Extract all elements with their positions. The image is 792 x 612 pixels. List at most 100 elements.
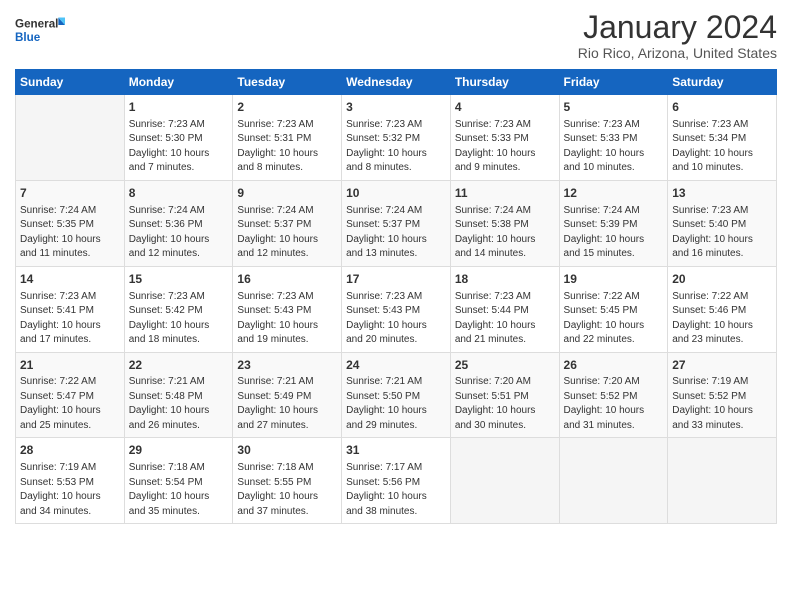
day-number: 2 (237, 99, 337, 116)
day-number: 17 (346, 271, 446, 288)
weekday-header: Friday (559, 70, 668, 95)
weekday-header: Monday (124, 70, 233, 95)
day-number: 20 (672, 271, 772, 288)
calendar-cell: 18 Sunrise: 7:23 AM Sunset: 5:44 PM Dayli… (450, 266, 559, 352)
day-info: Sunrise: 7:21 AM Sunset: 5:49 PM Dayligh… (237, 375, 337, 433)
day-number: 11 (455, 185, 555, 202)
day-info: Sunrise: 7:18 AM Sunset: 5:55 PM Dayligh… (237, 461, 337, 519)
day-info: Sunrise: 7:23 AM Sunset: 5:43 PM Dayligh… (237, 290, 337, 348)
day-info: Sunrise: 7:24 AM Sunset: 5:37 PM Dayligh… (237, 204, 337, 262)
day-info: Sunrise: 7:24 AM Sunset: 5:39 PM Dayligh… (564, 204, 664, 262)
calendar-cell: 25Sunrise: 7:20 AM Sunset: 5:51 PM Dayli… (450, 352, 559, 438)
calendar-cell: 31 Sunrise: 7:17 AM Sunset: 5:56 PM Dayli… (342, 438, 451, 524)
calendar-cell: 19 Sunrise: 7:22 AM Sunset: 5:45 PM Dayli… (559, 266, 668, 352)
day-number: 10 (346, 185, 446, 202)
day-number: 13 (672, 185, 772, 202)
day-number: 1 (129, 99, 229, 116)
title-area: January 2024 Rio Rico, Arizona, United S… (578, 10, 777, 61)
calendar-cell: 29 Sunrise: 7:18 AM Sunset: 5:54 PM Dayli… (124, 438, 233, 524)
calendar-cell: 6 Sunrise: 7:23 AM Sunset: 5:34 PM Daylig… (668, 95, 777, 181)
day-number: 14 (20, 271, 120, 288)
calendar-body: 1Sunrise: 7:23 AM Sunset: 5:30 PM Daylig… (16, 95, 777, 524)
day-number: 4 (455, 99, 555, 116)
svg-text:General: General (15, 18, 58, 31)
day-number: 6 (672, 99, 772, 116)
day-number: 31 (346, 442, 446, 459)
day-info: Sunrise: 7:24 AM Sunset: 5:35 PM Dayligh… (20, 204, 120, 262)
calendar-header: SundayMondayTuesdayWednesdayThursdayFrid… (16, 70, 777, 95)
day-number: 23 (237, 357, 337, 374)
day-number: 21 (20, 357, 120, 374)
day-info: Sunrise: 7:17 AM Sunset: 5:56 PM Dayligh… (346, 461, 446, 519)
calendar-week-row: 21Sunrise: 7:22 AM Sunset: 5:47 PM Dayli… (16, 352, 777, 438)
weekday-row: SundayMondayTuesdayWednesdayThursdayFrid… (16, 70, 777, 95)
calendar-cell: 30 Sunrise: 7:18 AM Sunset: 5:55 PM Dayli… (233, 438, 342, 524)
calendar-cell: 8Sunrise: 7:24 AM Sunset: 5:36 PM Daylig… (124, 180, 233, 266)
calendar-cell: 9 Sunrise: 7:24 AM Sunset: 5:37 PM Daylig… (233, 180, 342, 266)
day-info: Sunrise: 7:19 AM Sunset: 5:52 PM Dayligh… (672, 375, 772, 433)
weekday-header: Saturday (668, 70, 777, 95)
day-number: 22 (129, 357, 229, 374)
logo: General Blue (15, 10, 65, 50)
weekday-header: Wednesday (342, 70, 451, 95)
day-number: 5 (564, 99, 664, 116)
day-number: 12 (564, 185, 664, 202)
day-info: Sunrise: 7:23 AM Sunset: 5:44 PM Dayligh… (455, 290, 555, 348)
day-number: 15 (129, 271, 229, 288)
calendar-cell: 7Sunrise: 7:24 AM Sunset: 5:35 PM Daylig… (16, 180, 125, 266)
calendar-cell: 17Sunrise: 7:23 AM Sunset: 5:43 PM Dayli… (342, 266, 451, 352)
calendar-week-row: 1Sunrise: 7:23 AM Sunset: 5:30 PM Daylig… (16, 95, 777, 181)
calendar-cell (16, 95, 125, 181)
day-info: Sunrise: 7:24 AM Sunset: 5:37 PM Dayligh… (346, 204, 446, 262)
page: General Blue January 2024 Rio Rico, Ariz… (0, 0, 792, 612)
calendar-cell: 27Sunrise: 7:19 AM Sunset: 5:52 PM Dayli… (668, 352, 777, 438)
subtitle: Rio Rico, Arizona, United States (578, 45, 777, 61)
day-info: Sunrise: 7:18 AM Sunset: 5:54 PM Dayligh… (129, 461, 229, 519)
day-info: Sunrise: 7:23 AM Sunset: 5:33 PM Dayligh… (455, 118, 555, 176)
day-number: 19 (564, 271, 664, 288)
day-number: 27 (672, 357, 772, 374)
day-number: 28 (20, 442, 120, 459)
calendar-cell: 13 Sunrise: 7:23 AM Sunset: 5:40 PM Dayli… (668, 180, 777, 266)
day-number: 25 (455, 357, 555, 374)
calendar-cell: 23Sunrise: 7:21 AM Sunset: 5:49 PM Dayli… (233, 352, 342, 438)
day-info: Sunrise: 7:24 AM Sunset: 5:36 PM Dayligh… (129, 204, 229, 262)
day-info: Sunrise: 7:21 AM Sunset: 5:50 PM Dayligh… (346, 375, 446, 433)
day-info: Sunrise: 7:20 AM Sunset: 5:52 PM Dayligh… (564, 375, 664, 433)
day-number: 3 (346, 99, 446, 116)
day-number: 30 (237, 442, 337, 459)
calendar-cell: 4 Sunrise: 7:23 AM Sunset: 5:33 PM Daylig… (450, 95, 559, 181)
calendar-cell: 10 Sunrise: 7:24 AM Sunset: 5:37 PM Dayli… (342, 180, 451, 266)
calendar-week-row: 14 Sunrise: 7:23 AM Sunset: 5:41 PM Dayli… (16, 266, 777, 352)
day-number: 16 (237, 271, 337, 288)
day-info: Sunrise: 7:20 AM Sunset: 5:51 PM Dayligh… (455, 375, 555, 433)
day-info: Sunrise: 7:23 AM Sunset: 5:41 PM Dayligh… (20, 290, 120, 348)
weekday-header: Thursday (450, 70, 559, 95)
day-number: 9 (237, 185, 337, 202)
day-number: 18 (455, 271, 555, 288)
month-title: January 2024 (578, 10, 777, 45)
calendar-cell: 3Sunrise: 7:23 AM Sunset: 5:32 PM Daylig… (342, 95, 451, 181)
day-info: Sunrise: 7:23 AM Sunset: 5:42 PM Dayligh… (129, 290, 229, 348)
day-info: Sunrise: 7:23 AM Sunset: 5:40 PM Dayligh… (672, 204, 772, 262)
svg-text:Blue: Blue (15, 31, 41, 44)
calendar-week-row: 7Sunrise: 7:24 AM Sunset: 5:35 PM Daylig… (16, 180, 777, 266)
calendar-cell: 20Sunrise: 7:22 AM Sunset: 5:46 PM Dayli… (668, 266, 777, 352)
calendar-cell: 21Sunrise: 7:22 AM Sunset: 5:47 PM Dayli… (16, 352, 125, 438)
calendar-cell (668, 438, 777, 524)
calendar-cell: 22Sunrise: 7:21 AM Sunset: 5:48 PM Dayli… (124, 352, 233, 438)
day-info: Sunrise: 7:22 AM Sunset: 5:45 PM Dayligh… (564, 290, 664, 348)
day-info: Sunrise: 7:23 AM Sunset: 5:34 PM Dayligh… (672, 118, 772, 176)
calendar-cell (450, 438, 559, 524)
day-number: 29 (129, 442, 229, 459)
calendar-cell: 15 Sunrise: 7:23 AM Sunset: 5:42 PM Dayli… (124, 266, 233, 352)
weekday-header: Tuesday (233, 70, 342, 95)
calendar-cell: 12 Sunrise: 7:24 AM Sunset: 5:39 PM Dayli… (559, 180, 668, 266)
calendar-cell: 2Sunrise: 7:23 AM Sunset: 5:31 PM Daylig… (233, 95, 342, 181)
calendar-cell: 11 Sunrise: 7:24 AM Sunset: 5:38 PM Dayli… (450, 180, 559, 266)
calendar-cell: 14 Sunrise: 7:23 AM Sunset: 5:41 PM Dayli… (16, 266, 125, 352)
calendar-week-row: 28Sunrise: 7:19 AM Sunset: 5:53 PM Dayli… (16, 438, 777, 524)
day-info: Sunrise: 7:23 AM Sunset: 5:33 PM Dayligh… (564, 118, 664, 176)
calendar-cell: 24Sunrise: 7:21 AM Sunset: 5:50 PM Dayli… (342, 352, 451, 438)
day-info: Sunrise: 7:24 AM Sunset: 5:38 PM Dayligh… (455, 204, 555, 262)
